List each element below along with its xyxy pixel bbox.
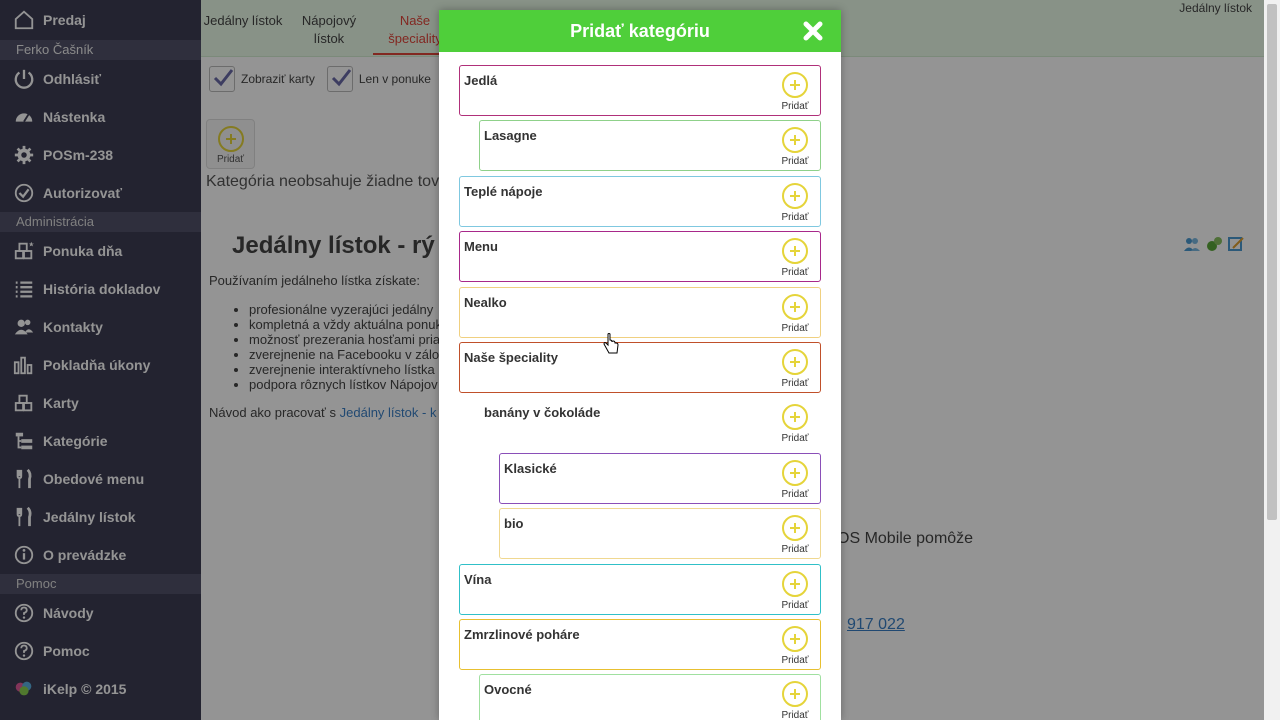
plus-circle-icon: [782, 681, 808, 708]
add-label: Pridať: [781, 655, 809, 666]
add-label: Pridať: [781, 211, 809, 223]
add-label: Pridať: [781, 488, 809, 500]
add-label: Pridať: [781, 710, 809, 720]
plus-circle-icon: [782, 570, 808, 597]
add-label: Pridať: [781, 544, 809, 556]
category-name: Vína: [464, 571, 492, 587]
add-subcategory-button[interactable]: Pridať: [780, 127, 810, 167]
category-row[interactable]: Teplé nápoje Pridať: [459, 175, 821, 227]
category-name: Lasagne: [484, 128, 537, 144]
category-name: Nealko: [464, 294, 507, 310]
category-name: Menu: [464, 239, 498, 255]
plus-circle-icon: [782, 404, 808, 431]
category-row[interactable]: Naše špeciality Pridať: [459, 342, 821, 393]
category-name: Teplé nápoje: [464, 183, 543, 199]
plus-circle-icon: [782, 72, 808, 98]
category-row[interactable]: banány v čokoláde Pridať: [479, 397, 821, 449]
plus-circle-icon: [782, 293, 808, 320]
add-subcategory-button[interactable]: Pridať: [780, 681, 810, 720]
dialog-header: Pridať kategóriu: [439, 10, 841, 52]
page: Predaj Ferko Čašník Odhlásiť Nástenka POSm…: [0, 0, 1280, 720]
close-icon[interactable]: [803, 21, 823, 41]
add-label: Pridať: [781, 156, 809, 168]
category-row[interactable]: Klasické Pridať: [499, 452, 821, 504]
category-name: Naše špeciality: [464, 350, 558, 365]
add-label: Pridať: [781, 322, 809, 334]
add-label: Pridať: [781, 267, 809, 279]
category-row[interactable]: Menu Pridať: [459, 231, 821, 283]
add-label: Pridať: [781, 433, 809, 445]
add-label: Pridať: [781, 101, 809, 112]
add-subcategory-button[interactable]: Pridať: [780, 404, 810, 444]
plus-circle-icon: [782, 515, 808, 542]
add-label: Pridať: [781, 599, 809, 611]
category-name: banány v čokoláde: [484, 405, 601, 421]
category-row[interactable]: Vína Pridať: [459, 563, 821, 615]
add-subcategory-button[interactable]: Pridať: [780, 182, 810, 223]
add-label: Pridať: [781, 378, 809, 389]
category-name: Jedlá: [464, 73, 498, 88]
page-scrollbar[interactable]: [1264, 0, 1280, 720]
category-row[interactable]: Jedlá Pridať: [459, 65, 821, 116]
add-category-dialog: Pridať kategóriu Jedlá Pridať Lasagne Prida…: [439, 10, 841, 720]
category-name: bio: [504, 516, 524, 532]
add-subcategory-button[interactable]: Pridať: [780, 626, 810, 666]
category-name: Ovocné: [484, 682, 532, 698]
add-subcategory-button[interactable]: Pridať: [780, 349, 810, 389]
category-row[interactable]: Ovocné Pridať: [479, 674, 821, 720]
hand-cursor-icon: [603, 333, 619, 354]
category-row[interactable]: Nealko Pridať: [459, 286, 821, 338]
plus-circle-icon: [782, 182, 808, 209]
category-row[interactable]: Lasagne Pridať: [479, 120, 821, 172]
category-row[interactable]: bio Pridať: [499, 508, 821, 560]
plus-circle-icon: [782, 459, 808, 486]
add-subcategory-button[interactable]: Pridať: [780, 72, 810, 112]
category-name: Klasické: [504, 460, 557, 476]
plus-circle-icon: [782, 626, 808, 652]
scrollbar-thumb[interactable]: [1267, 4, 1277, 520]
category-name: Zmrzlinové poháre: [464, 627, 580, 642]
add-subcategory-button[interactable]: Pridať: [780, 515, 810, 555]
plus-circle-icon: [782, 238, 808, 265]
add-subcategory-button[interactable]: Pridať: [780, 459, 810, 500]
add-subcategory-button[interactable]: Pridať: [780, 238, 810, 278]
add-subcategory-button[interactable]: Pridať: [780, 293, 810, 334]
category-row[interactable]: Zmrzlinové poháre Pridať: [459, 619, 821, 670]
plus-circle-icon: [782, 349, 808, 375]
add-subcategory-button[interactable]: Pridať: [780, 570, 810, 611]
dialog-title: Pridať kategóriu: [570, 21, 710, 41]
plus-circle-icon: [782, 127, 808, 154]
